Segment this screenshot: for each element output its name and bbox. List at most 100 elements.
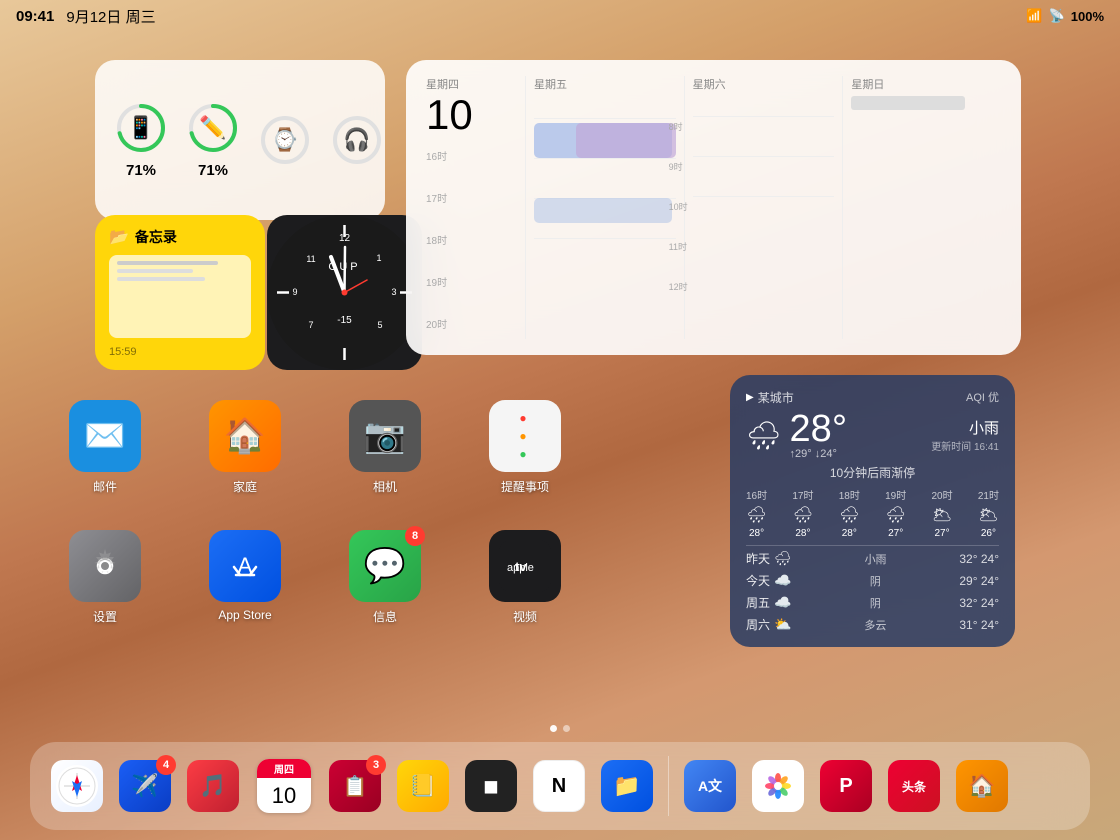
dock-home-app[interactable]: 🏠 — [951, 755, 1013, 817]
dock-files[interactable]: 📁 — [596, 755, 658, 817]
battery-ring-headphone: 🎧 — [331, 114, 383, 166]
camera-icon: 📷 — [349, 400, 421, 472]
app-camera[interactable]: 📷 相机 — [340, 400, 430, 495]
cal-fri-header: 星期五 — [534, 76, 676, 92]
dock-stickies[interactable]: 📒 — [392, 755, 454, 817]
battery-ring-phone: 📱 — [115, 102, 167, 154]
headphone-icon: 🎧 — [343, 127, 370, 153]
clock-face: CUP -15 12 1 3 5 7 9 11 — [267, 215, 422, 370]
weather-aqi-badge: AQI 优 — [966, 389, 999, 405]
app-messages[interactable]: 💬 8 信息 — [340, 530, 430, 625]
cal-fri-event2 — [576, 123, 676, 158]
hour-20: 20时 🌥 27° — [932, 487, 953, 539]
notes-folder-icon: 📂 — [109, 227, 129, 247]
dock-toutiao[interactable]: 头条 — [883, 755, 945, 817]
app-tv-label: 视频 — [513, 608, 537, 625]
dock-app1[interactable]: ◼ — [460, 755, 522, 817]
weather-rain-notice: 10分钟后雨渐停 — [746, 464, 999, 481]
weather-top: ▶ 某城市 AQI 优 — [746, 389, 999, 406]
day-fri: 周五 ☁️ 阴 32° 24° — [746, 594, 999, 611]
weather-daily: 昨天 🌧 小雨 32° 24° 今天 ☁️ 阴 29° 24° 周五 ☁️ 阴 … — [746, 550, 999, 633]
dock-translate[interactable]: A文 — [679, 755, 741, 817]
watch-icon: ⌚ — [271, 127, 298, 153]
dock-safari[interactable] — [46, 755, 108, 817]
svg-text:3: 3 — [391, 287, 396, 297]
cal-thu-header: 星期四 — [426, 76, 515, 92]
cal-sat-header: 星期六 — [693, 76, 835, 92]
svg-text:apple: apple — [507, 562, 534, 574]
app-mail[interactable]: ✉️ 邮件 — [60, 400, 150, 495]
cal-sun-header: 星期日 — [851, 76, 993, 92]
app-mail-label: 邮件 — [93, 478, 117, 495]
spark-badge: 4 — [156, 755, 176, 775]
home-grid-row1: ✉️ 邮件 🏠 家庭 📷 相机 ● ● ● 提醒事项 — [60, 400, 570, 495]
battery-widget: 📱 71% ✏️ 71% ⌚ 🎧 — [95, 60, 385, 220]
battery-status: 100% — [1071, 9, 1104, 24]
cal-fri-spacer — [534, 94, 676, 110]
hour-18: 18时 🌧 28° — [839, 487, 860, 539]
phone-icon: 📱 — [127, 115, 154, 141]
weather-location: ▶ 某城市 — [746, 389, 794, 406]
dock-papp[interactable]: P — [815, 755, 877, 817]
dock-spark[interactable]: ✈️ 4 — [114, 755, 176, 817]
notes-header: 📂 备忘录 — [109, 227, 251, 247]
dock-omnifocus[interactable]: 📋 3 — [324, 755, 386, 817]
app-appstore-label: App Store — [218, 608, 271, 622]
status-date: 9月12日 周三 — [66, 6, 155, 27]
settings-icon — [69, 530, 141, 602]
svg-text:1: 1 — [376, 253, 381, 263]
dock-calendar[interactable]: 周四 10 — [250, 755, 318, 817]
svg-text:7: 7 — [308, 320, 313, 330]
battery-pct-phone: 71% — [126, 162, 156, 179]
hour-16: 16时 🌧 28° — [746, 487, 767, 539]
day-today: 今天 ☁️ 阴 29° 24° — [746, 572, 999, 589]
appstore-icon: A — [209, 530, 281, 602]
status-icons: 📶 📡 100% — [1026, 8, 1104, 24]
calendar-widget[interactable]: 星期四 10 16时 17时 18时 19时 20时 星期五 8时 9时 10时 — [406, 60, 1021, 355]
hour-19: 19时 🌧 27° — [885, 487, 906, 539]
app-reminders[interactable]: ● ● ● 提醒事项 — [480, 400, 570, 495]
messages-icon: 💬 8 — [349, 530, 421, 602]
cal-sun-event — [851, 96, 964, 110]
app-tv[interactable]: tv apple 视频 — [480, 530, 570, 625]
status-bar: 09:41 9月12日 周三 📶 📡 100% — [0, 0, 1120, 32]
weather-widget[interactable]: ▶ 某城市 AQI 优 🌧 28° ↑29° ↓24° 小雨 更新时间 16:4… — [730, 375, 1015, 647]
hour-21: 21时 🌥 26° — [978, 487, 999, 539]
weather-city-name: 某城市 — [758, 389, 794, 406]
day-yesterday: 昨天 🌧 小雨 32° 24° — [746, 550, 999, 567]
app-settings-label: 设置 — [93, 608, 117, 625]
dock-notion[interactable]: N — [528, 755, 590, 817]
dock-music[interactable]: 🎵 — [182, 755, 244, 817]
weather-high: ↑29° — [790, 448, 812, 460]
omnifocus-badge: 3 — [366, 755, 386, 775]
weather-low: ↓24° — [815, 448, 837, 460]
app-appstore[interactable]: A App Store — [200, 530, 290, 625]
day-sat: 周六 ⛅ 多云 31° 24° — [746, 616, 999, 633]
app-camera-label: 相机 — [373, 478, 397, 495]
app-settings[interactable]: 设置 — [60, 530, 150, 625]
page-dot-1[interactable] — [550, 725, 557, 732]
status-time: 09:41 — [16, 8, 54, 25]
weather-condition: 小雨 — [931, 417, 999, 438]
battery-item-pencil: ✏️ 71% — [187, 102, 239, 179]
home-grid-row2: 设置 A App Store 💬 8 信息 tv apple 视频 — [60, 530, 570, 625]
wifi-icon: 📡 — [1049, 8, 1065, 24]
notes-title: 备忘录 — [135, 227, 177, 247]
cal-time-16: 16时 — [426, 148, 515, 163]
battery-item-watch: ⌚ — [259, 114, 311, 166]
notes-content — [109, 255, 251, 338]
cal-time-17: 17时 — [426, 190, 515, 205]
dock-photos[interactable] — [747, 755, 809, 817]
dock: ✈️ 4 🎵 周四 10 📋 3 📒 ◼ N — [30, 742, 1090, 830]
cal-fri-event3 — [534, 198, 672, 223]
page-dot-2[interactable] — [563, 725, 570, 732]
cal-time-20: 20时 — [426, 316, 515, 331]
tv-icon: tv apple — [489, 530, 561, 602]
svg-text:11: 11 — [306, 254, 315, 264]
clock-widget[interactable]: CUP -15 12 1 3 5 7 9 11 — [267, 215, 422, 370]
dock-divider — [668, 756, 669, 816]
weather-temp: 28° — [790, 410, 847, 448]
app-home[interactable]: 🏠 家庭 — [200, 400, 290, 495]
battery-item-phone: 📱 71% — [115, 102, 167, 179]
notes-widget[interactable]: 📂 备忘录 15:59 — [95, 215, 265, 370]
